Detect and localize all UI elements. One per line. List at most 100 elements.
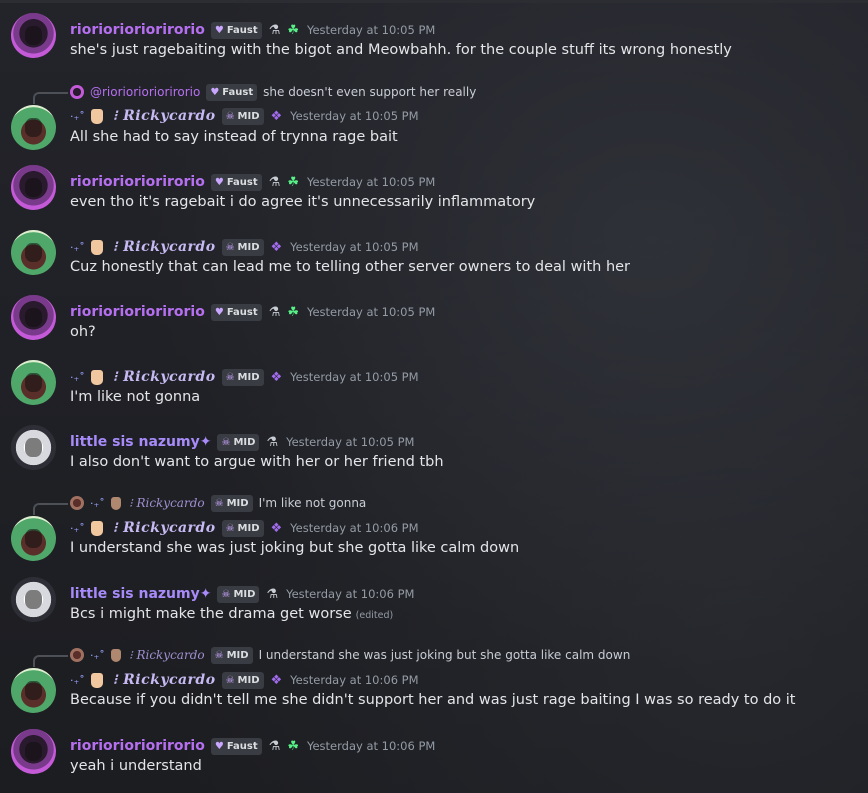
name-decoration: ·₊˚: [90, 496, 105, 510]
avatar[interactable]: [11, 13, 56, 58]
reply-mention[interactable]: @rioriorioriorirorio: [90, 85, 200, 99]
message-text: yeah i understand: [70, 758, 202, 774]
flask-icon[interactable]: ⚗: [266, 587, 278, 602]
reply-username[interactable]: ⁝ Rickycardo: [129, 648, 205, 662]
message[interactable]: little sis nazumy✦ ☠ MID ⚗ Yesterday at 1…: [0, 420, 868, 482]
username[interactable]: little sis nazumy✦: [70, 586, 211, 602]
reply-preview[interactable]: @rioriorioriorirorio ♥ Faust she doesn't …: [70, 83, 476, 101]
message[interactable]: little sis nazumy✦ ☠ MID ⚗ Yesterday at 1…: [0, 572, 868, 634]
username[interactable]: ⁝ Rickycardo: [113, 108, 216, 124]
server-tag[interactable]: ♥ Faust: [210, 737, 262, 755]
avatar[interactable]: [11, 230, 56, 275]
username[interactable]: little sis nazumy✦: [70, 434, 211, 450]
username[interactable]: ⁝ Rickycardo: [113, 369, 216, 385]
reply-preview[interactable]: ·₊˚ ⁝ Rickycardo ☠ MID I understand she w…: [70, 646, 630, 664]
message[interactable]: ·₊˚ ⁝ Rickycardo ☠ MID I understand she w…: [0, 646, 868, 728]
server-tag: ☠ MID: [210, 646, 253, 664]
timestamp[interactable]: Yesterday at 10:05 PM: [307, 175, 435, 189]
username[interactable]: rioriorioriorirorio: [70, 174, 205, 190]
name-decoration: ·₊˚: [70, 521, 85, 535]
skull-icon: ☠: [221, 436, 231, 448]
clover-icon[interactable]: ☘: [287, 175, 299, 190]
message-text: Because if you didn't tell me she didn't…: [70, 692, 796, 708]
message[interactable]: ·₊˚ ⁝ Rickycardo ☠ MID ❖ Yesterday at 10:…: [0, 355, 868, 417]
username[interactable]: rioriorioriorirorio: [70, 738, 205, 754]
name-decoration: ·₊˚: [90, 648, 105, 662]
flask-icon[interactable]: ⚗: [269, 305, 281, 320]
flask-icon[interactable]: ⚗: [269, 175, 281, 190]
server-tag[interactable]: ☠ MID: [221, 238, 264, 256]
reply-username[interactable]: ⁝ Rickycardo: [129, 496, 205, 510]
timestamp[interactable]: Yesterday at 10:06 PM: [290, 521, 418, 535]
username[interactable]: ⁝ Rickycardo: [113, 239, 216, 255]
server-tag[interactable]: ☠ MID: [217, 585, 260, 603]
avatar[interactable]: [11, 425, 56, 470]
avatar[interactable]: [11, 668, 56, 713]
server-tag[interactable]: ☠ MID: [217, 433, 260, 451]
server-tag[interactable]: ☠ MID: [221, 671, 264, 689]
bat-icon[interactable]: ❖: [271, 370, 283, 385]
message[interactable]: rioriorioriorirorio ♥ Faust ⚗ ☘ Yesterday…: [0, 8, 868, 70]
skull-icon: ☠: [225, 522, 235, 534]
server-tag[interactable]: ☠ MID: [221, 519, 264, 537]
flask-icon[interactable]: ⚗: [269, 23, 281, 38]
username[interactable]: rioriorioriorirorio: [70, 304, 205, 320]
username[interactable]: ⁝ Rickycardo: [113, 520, 216, 536]
avatar[interactable]: [11, 105, 56, 150]
timestamp[interactable]: Yesterday at 10:06 PM: [290, 673, 418, 687]
clover-icon[interactable]: ☘: [287, 739, 299, 754]
skull-icon: ☠: [225, 241, 235, 253]
bat-icon[interactable]: ❖: [271, 240, 283, 255]
reply-spine: [33, 655, 68, 667]
message[interactable]: rioriorioriorirorio ♥ Faust ⚗ ☘ Yesterday…: [0, 290, 868, 352]
bat-icon[interactable]: ❖: [271, 673, 283, 688]
clover-icon[interactable]: ☘: [287, 23, 299, 38]
avatar[interactable]: [11, 165, 56, 210]
timestamp[interactable]: Yesterday at 10:06 PM: [307, 739, 435, 753]
message[interactable]: rioriorioriorirorio ♥ Faust ⚗ ☘ Yesterday…: [0, 724, 868, 786]
timestamp[interactable]: Yesterday at 10:05 PM: [290, 109, 418, 123]
message[interactable]: ·₊˚ ⁝ Rickycardo ☠ MID ❖ Yesterday at 10:…: [0, 225, 868, 287]
timestamp[interactable]: Yesterday at 10:05 PM: [290, 240, 418, 254]
timestamp[interactable]: Yesterday at 10:05 PM: [307, 23, 435, 37]
avatar[interactable]: [11, 295, 56, 340]
server-tag[interactable]: ♥ Faust: [210, 21, 262, 39]
clover-icon[interactable]: ☘: [287, 305, 299, 320]
message[interactable]: @rioriorioriorirorio ♥ Faust she doesn't …: [0, 83, 868, 165]
timestamp[interactable]: Yesterday at 10:06 PM: [286, 587, 414, 601]
server-tag[interactable]: ☠ MID: [221, 107, 264, 125]
name-decoration: ·₊˚: [70, 673, 85, 687]
reply-preview[interactable]: ·₊˚ ⁝ Rickycardo ☠ MID I'm like not gonna: [70, 494, 366, 512]
skull-icon: ☠: [214, 497, 224, 509]
server-tag[interactable]: ☠ MID: [221, 368, 264, 386]
avatar[interactable]: [11, 516, 56, 561]
hand-emoji: [110, 648, 121, 662]
hand-emoji: [90, 239, 103, 255]
skull-icon: ☠: [225, 371, 235, 383]
avatar[interactable]: [11, 577, 56, 622]
hand-emoji: [90, 369, 103, 385]
username[interactable]: ⁝ Rickycardo: [113, 672, 216, 688]
message[interactable]: ·₊˚ ⁝ Rickycardo ☠ MID I'm like not gonna…: [0, 494, 868, 576]
flask-icon[interactable]: ⚗: [269, 739, 281, 754]
timestamp[interactable]: Yesterday at 10:05 PM: [307, 305, 435, 319]
server-tag[interactable]: ♥ Faust: [210, 303, 262, 321]
name-decoration: ·₊˚: [70, 240, 85, 254]
reply-text: I'm like not gonna: [258, 496, 367, 510]
heart-icon: ♥: [214, 24, 224, 36]
flask-icon[interactable]: ⚗: [266, 435, 278, 450]
bat-icon[interactable]: ❖: [271, 521, 283, 536]
message[interactable]: rioriorioriorirorio ♥ Faust ⚗ ☘ Yesterday…: [0, 160, 868, 222]
hand-emoji: [90, 108, 103, 124]
username[interactable]: rioriorioriorirorio: [70, 22, 205, 38]
heart-icon: ♥: [214, 740, 224, 752]
timestamp[interactable]: Yesterday at 10:05 PM: [286, 435, 414, 449]
bat-icon[interactable]: ❖: [271, 109, 283, 124]
server-tag[interactable]: ♥ Faust: [210, 173, 262, 191]
avatar[interactable]: [11, 360, 56, 405]
skull-icon: ☠: [214, 649, 224, 661]
avatar[interactable]: [11, 729, 56, 774]
reply-avatar: [70, 496, 84, 510]
reply-text: she doesn't even support her really: [263, 85, 477, 99]
timestamp[interactable]: Yesterday at 10:05 PM: [290, 370, 418, 384]
